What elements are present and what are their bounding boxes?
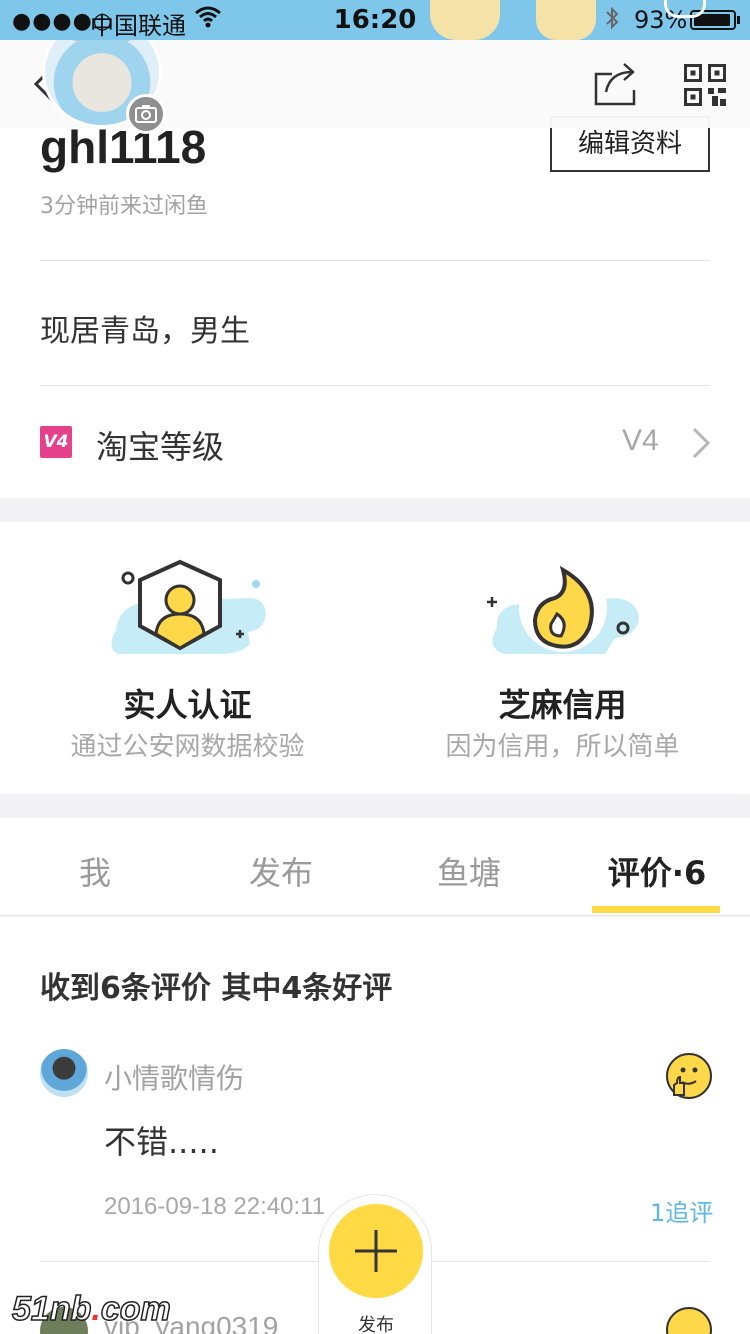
share-icon[interactable] (592, 60, 638, 108)
thumbs-up-emoji-icon (666, 1053, 712, 1099)
review-follow-up-link[interactable]: 1追评 (650, 1193, 713, 1228)
verify-subtitle: 通过公安网数据校验 (70, 732, 305, 762)
publish-button[interactable] (329, 1204, 423, 1298)
verify-title: 实人认证 (123, 686, 252, 724)
credit-subtitle: 因为信用，所以简单 (445, 732, 680, 762)
last-seen-text: 3分钟前来过闲鱼 (40, 194, 208, 219)
header-illustration (536, 0, 596, 40)
divider (40, 260, 710, 261)
username: ghl1118 (40, 121, 207, 173)
taobao-level-label[interactable]: 淘宝等级 (96, 422, 224, 468)
thumbs-up-emoji-icon (666, 1307, 712, 1334)
sesame-credit-item[interactable]: 芝麻信用 因为信用，所以简单 (375, 522, 750, 794)
bluetooth-icon (604, 4, 620, 38)
person-verify-icon (111, 559, 266, 654)
tab-published[interactable]: 发布 (206, 848, 356, 894)
sesame-credit-icon (487, 564, 639, 654)
taobao-level-value: V4 (622, 424, 659, 457)
header-illustration (664, 0, 706, 18)
credit-title: 芝麻信用 (498, 686, 627, 724)
tab-reviews[interactable]: 评价·6 (582, 848, 732, 894)
divider (40, 385, 710, 386)
verification-card: 实人认证 通过公安网数据校验 芝麻信用 因为信用，所以简单 (0, 522, 750, 794)
active-tab-indicator (592, 906, 720, 913)
location-text: 现居青岛，男生 (40, 314, 250, 349)
qr-code-icon[interactable] (684, 64, 726, 106)
camera-icon[interactable] (126, 94, 166, 134)
publish-label: 发布 (358, 1315, 394, 1334)
real-person-verify-item[interactable]: 实人认证 通过公安网数据校验 (0, 522, 375, 794)
nav-bar (0, 16, 750, 134)
publish-tab[interactable]: 发布 (318, 1194, 432, 1334)
tab-bar: 我 发布 鱼塘 评价·6 (0, 818, 750, 916)
reviewer-name[interactable]: 小情歌情伤 (104, 1057, 244, 1097)
taobao-level-badge-icon: V4 (40, 426, 72, 458)
tab-fish-pond[interactable]: 鱼塘 (394, 848, 544, 894)
review-time: 2016-09-18 22:40:11 (104, 1193, 326, 1220)
site-watermark: 51nb.com (11, 1289, 171, 1329)
status-bar: ●●●●○ 中国联通 16:20 93% (0, 0, 750, 40)
reviews-summary: 收到6条评价 其中4条好评 (40, 971, 393, 1006)
chevron-right-icon[interactable] (690, 426, 712, 460)
header-illustration (430, 0, 500, 40)
review-text: 不错..... (104, 1123, 219, 1161)
tab-me[interactable]: 我 (20, 848, 170, 894)
reviewer-avatar[interactable] (40, 1049, 88, 1097)
